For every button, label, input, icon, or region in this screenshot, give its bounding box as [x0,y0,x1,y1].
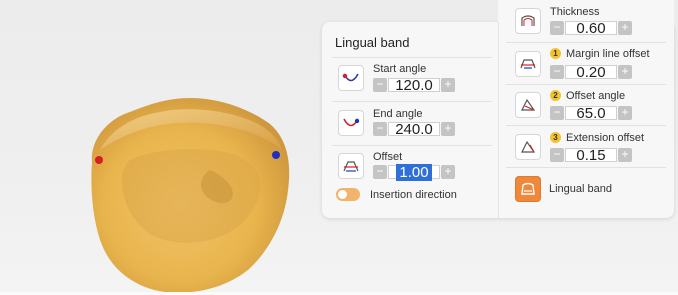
margin-line-offset-stepper[interactable]: − 0.20 + [550,65,632,80]
thickness-decrement-button[interactable]: − [550,21,564,35]
offset-decrement-button[interactable]: − [373,165,387,179]
offset-angle-label-text: Offset angle [566,90,626,102]
badge-2: 2 [550,90,561,101]
offset-label: Offset [373,151,403,163]
extension-offset-input[interactable]: 0.15 [565,148,617,163]
end-angle-stepper[interactable]: − 240.0 + [373,122,455,137]
badge-3: 3 [550,132,561,143]
margin-line-offset-decrement-button[interactable]: − [550,65,564,79]
offset-angle-increment-button[interactable]: + [618,106,632,120]
column-divider [498,22,499,218]
start-angle-increment-button[interactable]: + [441,78,455,92]
offset-increment-button[interactable]: + [441,165,455,179]
badge-1: 1 [550,48,561,59]
offset-angle-label: 2 Offset angle [550,90,625,102]
extension-offset-stepper[interactable]: − 0.15 + [550,148,632,163]
thickness-increment-button[interactable]: + [618,21,632,35]
end-angle-increment-button[interactable]: + [441,122,455,136]
offset-stepper[interactable]: − 1.00 + [373,164,455,181]
extension-offset-label: 3 Extension offset [550,132,644,144]
offset-profile-icon [338,153,364,179]
margin-line-offset-label-text: Margin line offset [566,48,650,60]
margin-line-offset-increment-button[interactable]: + [618,65,632,79]
offset-input-selected-text: 1.00 [396,164,432,181]
arc-red-start-icon [338,65,364,91]
thickness-input[interactable]: 0.60 [565,21,617,36]
lingual-band-button-label[interactable]: Lingual band [549,183,612,195]
start-angle-label: Start angle [373,63,427,75]
offset-input[interactable]: 1.00 [388,164,440,181]
toggle-knob [338,190,347,199]
panel-title: Lingual band [335,35,410,50]
thickness-icon [515,8,541,34]
margin-line-offset-input[interactable]: 0.20 [565,65,617,80]
insertion-direction-label: Insertion direction [370,189,457,201]
start-angle-input[interactable]: 120.0 [388,78,440,93]
end-angle-decrement-button[interactable]: − [373,122,387,136]
extension-icon [515,134,541,160]
end-angle-label: End angle [373,108,423,120]
end-angle-input[interactable]: 240.0 [388,122,440,137]
start-angle-decrement-button[interactable]: − [373,78,387,92]
start-angle-stepper[interactable]: − 120.0 + [373,78,455,93]
angle-icon [515,92,541,118]
lingual-band-icon[interactable] [515,176,541,202]
offset-angle-input[interactable]: 65.0 [565,106,617,121]
start-angle-marker[interactable] [95,156,103,164]
arc-blue-end-icon [338,110,364,136]
margin-line-offset-label: 1 Margin line offset [550,48,650,60]
extension-offset-increment-button[interactable]: + [618,148,632,162]
end-angle-marker[interactable] [272,151,280,159]
insertion-direction-toggle[interactable] [336,188,360,201]
margin-line-icon [515,51,541,77]
offset-angle-decrement-button[interactable]: − [550,106,564,120]
extension-offset-decrement-button[interactable]: − [550,148,564,162]
thickness-stepper[interactable]: − 0.60 + [550,21,632,36]
extension-offset-label-text: Extension offset [566,132,645,144]
offset-angle-stepper[interactable]: − 65.0 + [550,106,632,121]
thickness-label: Thickness [550,6,600,18]
